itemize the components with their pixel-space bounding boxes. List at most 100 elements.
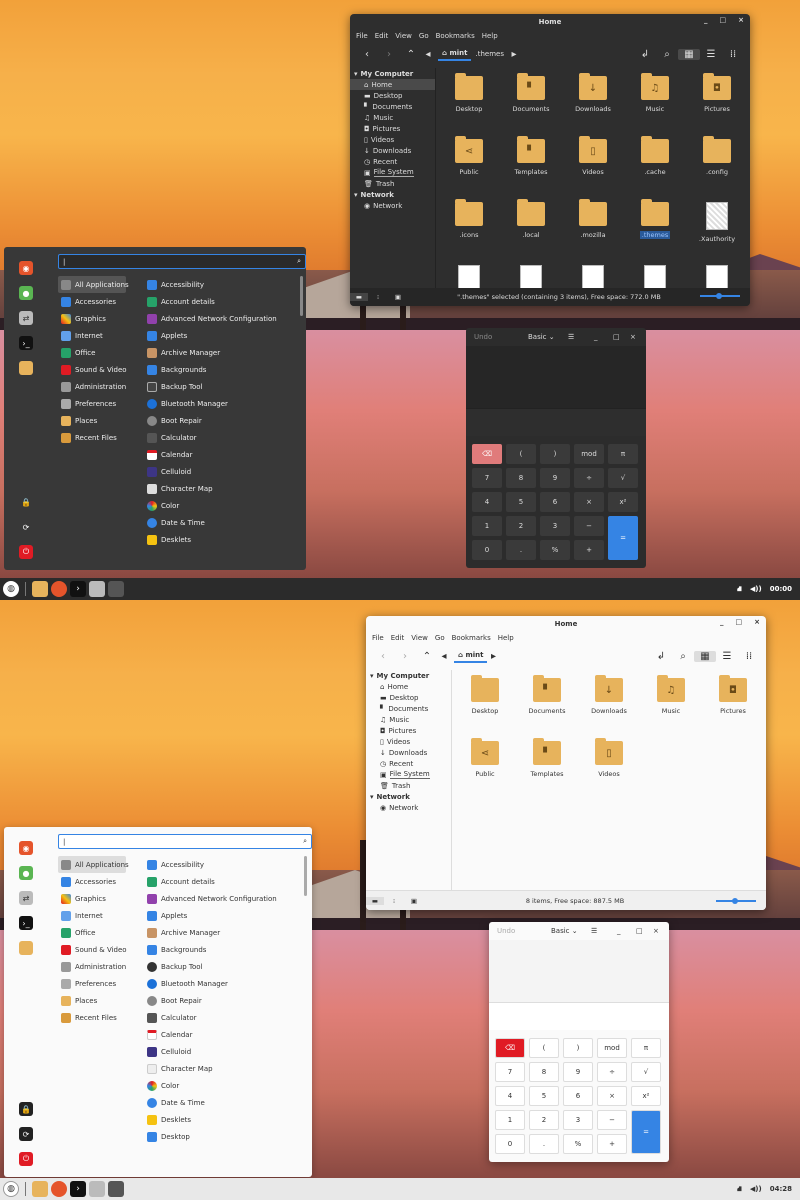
app-date-time[interactable]: Date & Time (144, 514, 302, 531)
app-celluloid[interactable]: Celluloid (144, 1043, 302, 1060)
breadcrumb-home[interactable]: ⌂ mint (438, 47, 472, 61)
zoom-slider[interactable] (716, 898, 756, 904)
network-header[interactable]: ▾ Network (366, 791, 451, 802)
app-celluloid[interactable]: Celluloid (144, 463, 302, 480)
sidebar-item-desktop[interactable]: ▬ Desktop (350, 90, 435, 101)
plus-key[interactable]: + (574, 540, 604, 560)
icon-view-icon[interactable]: ▦ (694, 650, 716, 662)
firefox-icon[interactable] (51, 1181, 67, 1197)
up-icon[interactable]: ⌃ (416, 651, 438, 662)
pi-key[interactable]: π (631, 1038, 661, 1058)
menu-file[interactable]: File (356, 32, 368, 40)
category-administration[interactable]: Administration (58, 958, 126, 975)
app-date-time[interactable]: Date & Time (144, 1094, 302, 1111)
sqrt-key[interactable]: √ (631, 1062, 661, 1082)
up-icon[interactable]: ⌃ (400, 49, 422, 60)
my-computer-header[interactable]: ▾ My Computer (366, 670, 451, 681)
logout-icon[interactable]: ⟳ (19, 1127, 33, 1141)
sidebar-item-trash[interactable]: 🗑 Trash (350, 178, 435, 189)
sidebar-item-desktop[interactable]: ▬ Desktop (366, 692, 451, 703)
one-key[interactable]: 1 (472, 516, 502, 536)
file-item[interactable]: .icons (438, 199, 500, 265)
search-icon[interactable]: ⌕ (656, 49, 678, 60)
category-graphics[interactable]: Graphics (58, 890, 126, 907)
app-character-map[interactable]: Character Map (144, 1060, 302, 1077)
menu-bookmarks[interactable]: Bookmarks (436, 32, 475, 40)
minimize-button[interactable]: _ (617, 927, 621, 935)
file-item-selected[interactable]: .themes (624, 199, 686, 265)
mint-logo-icon[interactable]: ◍ (3, 1181, 19, 1197)
app-archive-manager[interactable]: Archive Manager (144, 344, 302, 361)
sidebar-item-filesystem[interactable]: ▣ File System (350, 167, 435, 178)
app-boot-repair[interactable]: Boot Repair (144, 412, 302, 429)
file-item[interactable]: .Xauthority (686, 202, 748, 265)
backspace-key[interactable]: ⌫ (472, 444, 502, 464)
five-key[interactable]: 5 (529, 1086, 559, 1106)
show-tree-icon[interactable]: ⁝ (384, 897, 404, 905)
three-key[interactable]: 3 (540, 516, 570, 536)
app-backup-tool[interactable]: Backup Tool (144, 958, 302, 975)
file-item[interactable]: .cache (624, 136, 686, 202)
maximize-button[interactable]: □ (636, 927, 643, 935)
forward-icon[interactable]: › (378, 49, 400, 60)
minus-key[interactable]: − (574, 516, 604, 536)
close-button[interactable]: × (738, 16, 744, 24)
sidebar-item-network[interactable]: ◉ Network (366, 802, 451, 813)
four-key[interactable]: 4 (495, 1086, 525, 1106)
menu-file[interactable]: File (372, 634, 384, 642)
menu-bookmarks[interactable]: Bookmarks (452, 634, 491, 642)
list-view-icon[interactable]: ☰ (716, 651, 738, 662)
volume-icon[interactable]: ◀)) (750, 585, 762, 593)
file-item[interactable]: ▯ Videos (562, 136, 624, 202)
sidebar-item-music[interactable]: ♫ Music (350, 112, 435, 123)
clock[interactable]: 00:00 (770, 585, 792, 593)
file-item[interactable]: ▘ Templates (516, 738, 578, 804)
category-all[interactable]: All Applications (58, 856, 129, 873)
terminal-icon[interactable]: ›_ (19, 336, 33, 350)
sidebar-item-videos[interactable]: ▯ Videos (350, 134, 435, 145)
multiply-key[interactable]: × (574, 492, 604, 512)
sidebar-item-trash[interactable]: 🗑 Trash (366, 780, 451, 791)
file-item[interactable]: .config (686, 136, 748, 202)
sidebar-item-documents[interactable]: ▘ Documents (350, 101, 435, 112)
firefox-icon[interactable]: ◉ (19, 261, 33, 275)
zoom-slider[interactable] (700, 293, 740, 299)
clock[interactable]: 04:28 (770, 1185, 792, 1193)
app-bluetooth[interactable]: Bluetooth Manager (144, 975, 302, 992)
terminal-icon[interactable]: › (70, 1181, 86, 1197)
close-paren-key[interactable]: ) (563, 1038, 593, 1058)
close-button[interactable]: × (630, 333, 636, 341)
sidebar-item-documents[interactable]: ▘ Documents (366, 703, 451, 714)
network-header[interactable]: ▾ Network (350, 189, 435, 200)
file-item[interactable]: .mozilla (562, 199, 624, 265)
calculator-display[interactable] (466, 346, 646, 408)
file-item[interactable]: Desktop (438, 73, 500, 139)
green-app-icon[interactable]: ● (19, 866, 33, 880)
pi-key[interactable]: π (608, 444, 638, 464)
app-boot-repair[interactable]: Boot Repair (144, 992, 302, 1009)
file-item[interactable]: ↓ Downloads (562, 73, 624, 139)
app-color[interactable]: Color (144, 1077, 302, 1094)
mode-selector[interactable]: Basic ⌄ (528, 333, 555, 341)
minimize-button[interactable]: _ (594, 333, 598, 341)
menu-view[interactable]: View (411, 634, 428, 642)
square-key[interactable]: x² (608, 492, 638, 512)
seven-key[interactable]: 7 (472, 468, 502, 488)
back-icon[interactable]: ‹ (356, 49, 378, 60)
compact-view-icon[interactable]: ⁞⁞ (738, 651, 760, 662)
category-accessories[interactable]: Accessories (58, 873, 126, 890)
firefox-icon[interactable]: ◉ (19, 841, 33, 855)
open-paren-key[interactable]: ( (529, 1038, 559, 1058)
divide-key[interactable]: ÷ (574, 468, 604, 488)
show-tree-icon[interactable]: ⁝ (368, 293, 388, 301)
category-accessories[interactable]: Accessories (58, 293, 126, 310)
minus-key[interactable]: − (597, 1110, 627, 1130)
sidebar-item-network[interactable]: ◉ Network (350, 200, 435, 211)
file-item[interactable]: ▯ Videos (578, 738, 640, 804)
equals-key[interactable]: = (608, 516, 638, 560)
app-accessibility[interactable]: Accessibility (144, 856, 302, 873)
app-backgrounds[interactable]: Backgrounds (144, 941, 302, 958)
zero-key[interactable]: 0 (495, 1134, 525, 1154)
maximize-button[interactable]: □ (736, 618, 743, 626)
menu-edit[interactable]: Edit (391, 634, 405, 642)
